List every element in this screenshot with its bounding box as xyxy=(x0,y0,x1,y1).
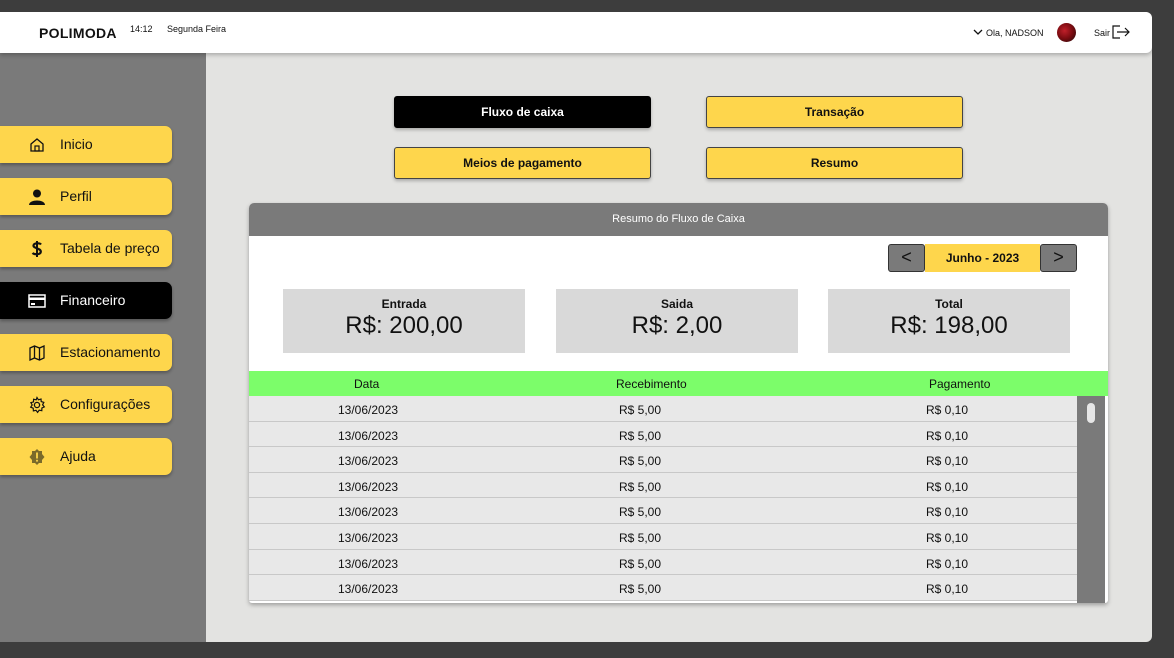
saida-value: R$: 2,00 xyxy=(631,312,723,339)
cell-data: 13/06/2023 xyxy=(338,428,399,443)
fluxo-de-caixa-button[interactable]: Fluxo de caixa xyxy=(394,96,651,128)
cell-data: 13/06/2023 xyxy=(338,479,399,494)
scrollbar-thumb[interactable] xyxy=(1087,403,1095,423)
next-month-button[interactable]: > xyxy=(1040,244,1077,272)
column-header-recebimento: Recebimento xyxy=(616,377,687,391)
sidebar-item-label: Estacionamento xyxy=(60,344,161,360)
logout-label[interactable]: Sair xyxy=(1094,28,1110,38)
table-row[interactable]: 13/06/2023 R$ 5,00 R$ 0,10 xyxy=(249,524,1077,550)
app-window: POLIMODA 14:12 Segunda Feira Ola, NADSON… xyxy=(0,12,1152,642)
sidebar-item-label: Financeiro xyxy=(60,292,126,308)
table-row[interactable]: 13/06/2023 R$ 5,00 R$ 0,10 xyxy=(249,421,1077,448)
entrada-value: R$: 200,00 xyxy=(345,312,463,339)
total-label: Total xyxy=(935,297,963,311)
cash-flow-panel: Resumo do Fluxo de Caixa < Junho - 2023 … xyxy=(249,203,1108,603)
total-card: Total R$: 198,00 xyxy=(828,289,1070,353)
cell-recebimento: R$ 5,00 xyxy=(619,454,662,469)
map-icon xyxy=(29,344,45,362)
cell-recebimento: R$ 5,00 xyxy=(619,479,662,494)
cell-pagamento: R$ 0,10 xyxy=(926,479,969,494)
cell-pagamento: R$ 0,10 xyxy=(926,454,969,469)
table-header: Data Recebimento Pagamento xyxy=(249,371,1108,396)
month-selector: < Junho - 2023 > xyxy=(888,244,1077,272)
cell-pagamento: R$ 0,10 xyxy=(926,505,969,520)
sidebar-item-label: Ajuda xyxy=(60,448,96,464)
user-greeting[interactable]: Ola, NADSON xyxy=(986,28,1044,38)
card-icon xyxy=(28,294,46,308)
cell-recebimento: R$ 5,00 xyxy=(619,428,662,443)
table-row[interactable]: 13/06/2023 R$ 5,00 R$ 0,10 xyxy=(249,472,1077,499)
gear-icon xyxy=(29,396,46,414)
sidebar-item-label: Tabela de preço xyxy=(60,240,160,256)
logout-icon[interactable] xyxy=(1111,24,1131,40)
panel-title: Resumo do Fluxo de Caixa xyxy=(249,203,1108,236)
saida-card: Saida R$: 2,00 xyxy=(556,289,798,353)
resumo-button[interactable]: Resumo xyxy=(706,147,963,179)
cell-pagamento: R$ 0,10 xyxy=(926,582,969,597)
table-row[interactable]: 13/06/2023 R$ 5,00 R$ 0,10 xyxy=(249,447,1077,473)
sidebar-item-label: Inicio xyxy=(60,136,93,152)
cell-data: 13/06/2023 xyxy=(338,505,399,520)
table-scrollbar[interactable] xyxy=(1077,396,1105,603)
cell-data: 13/06/2023 xyxy=(338,403,399,417)
cell-pagamento: R$ 0,10 xyxy=(926,403,969,417)
sidebar-item-label: Configurações xyxy=(60,396,151,412)
chevron-down-icon[interactable] xyxy=(972,26,984,38)
cell-recebimento: R$ 5,00 xyxy=(619,531,662,545)
cell-pagamento: R$ 0,10 xyxy=(926,531,969,545)
cell-recebimento: R$ 5,00 xyxy=(619,582,662,597)
cell-recebimento: R$ 5,00 xyxy=(619,556,662,571)
table-body: 13/06/2023 R$ 5,00 R$ 0,10 13/06/2023 R$… xyxy=(249,396,1108,603)
prev-month-button[interactable]: < xyxy=(888,244,925,272)
cell-data: 13/06/2023 xyxy=(338,531,399,545)
weekday: Segunda Feira xyxy=(167,24,227,34)
cell-pagamento: R$ 0,10 xyxy=(926,428,969,443)
column-header-pagamento: Pagamento xyxy=(929,377,991,391)
table-row[interactable]: 13/06/2023 R$ 5,00 R$ 0,10 xyxy=(249,498,1077,524)
clock: 14:12 xyxy=(130,24,153,34)
entrada-label: Entrada xyxy=(381,297,427,311)
sidebar-item-tabela-de-preco[interactable]: Tabela de preço xyxy=(0,230,172,267)
cell-data: 13/06/2023 xyxy=(338,556,399,571)
saida-label: Saida xyxy=(660,297,693,311)
cell-data: 13/06/2023 xyxy=(338,454,399,469)
alert-icon xyxy=(29,449,45,465)
table-row[interactable]: 13/06/2023 R$ 5,00 R$ 0,10 xyxy=(249,396,1077,422)
meios-de-pagamento-button[interactable]: Meios de pagamento xyxy=(394,147,651,179)
home-icon xyxy=(30,138,44,152)
entrada-card: Entrada R$: 200,00 xyxy=(283,289,525,353)
brand-logo: POLIMODA xyxy=(39,25,117,41)
sidebar-item-configuracoes[interactable]: Configurações xyxy=(0,386,172,423)
sidebar: Inicio Perfil Tabela de preço Financeiro xyxy=(0,53,206,642)
top-bar: POLIMODA 14:12 Segunda Feira Ola, NADSON… xyxy=(0,12,1152,53)
cell-data: 13/06/2023 xyxy=(338,582,399,597)
transacao-button[interactable]: Transação xyxy=(706,96,963,128)
total-value: R$: 198,00 xyxy=(890,312,1008,339)
user-icon xyxy=(29,189,45,205)
sidebar-item-ajuda[interactable]: Ajuda xyxy=(0,438,172,475)
cell-pagamento: R$ 0,10 xyxy=(926,556,969,571)
table-row[interactable]: 13/06/2023 R$ 5,00 R$ 0,10 xyxy=(249,575,1077,601)
sidebar-item-inicio[interactable]: Inicio xyxy=(0,126,172,163)
sidebar-item-label: Perfil xyxy=(60,188,92,204)
table-row[interactable]: 13/06/2023 R$ 5,00 R$ 0,10 xyxy=(249,549,1077,576)
sidebar-item-estacionamento[interactable]: Estacionamento xyxy=(0,334,172,371)
column-header-data: Data xyxy=(354,377,380,391)
cell-recebimento: R$ 5,00 xyxy=(619,403,662,417)
sidebar-item-perfil[interactable]: Perfil xyxy=(0,178,172,215)
month-label: Junho - 2023 xyxy=(925,244,1040,272)
sidebar-item-financeiro[interactable]: Financeiro xyxy=(0,282,172,319)
cell-recebimento: R$ 5,00 xyxy=(619,505,662,520)
avatar[interactable] xyxy=(1057,23,1076,42)
dollar-icon xyxy=(31,241,42,257)
